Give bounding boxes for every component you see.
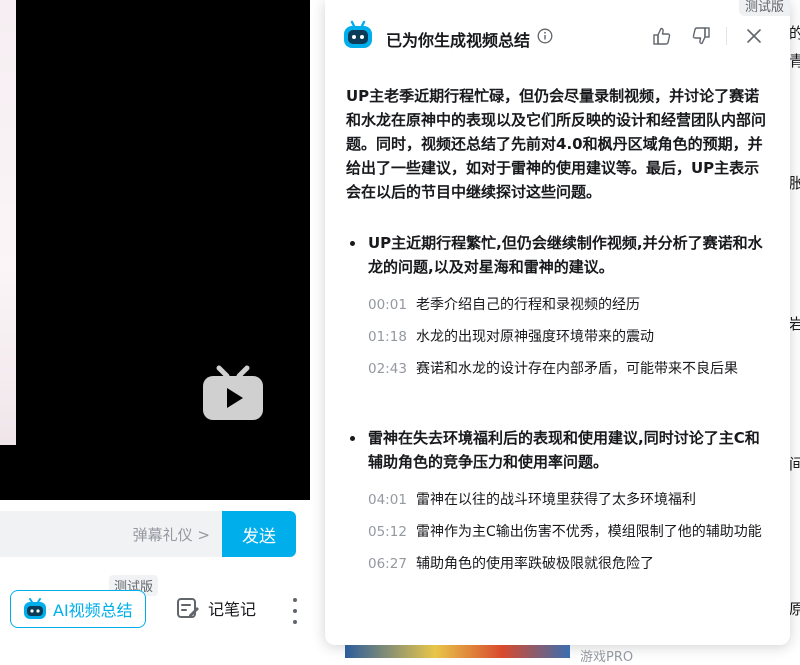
section-title: 雷神在失去环境福利后的表现和使用建议,同时讨论了主C和辅助角色的竞争压力和使用率…: [346, 426, 768, 474]
timeline-item[interactable]: 02:43 赛诺和水龙的设计存在内部矛盾，可能带来不良后果: [368, 357, 776, 381]
edge-fragment: 原: [788, 600, 800, 618]
timeline-text: 赛诺和水龙的设计存在内部矛盾，可能带来不良后果: [416, 361, 738, 377]
section-title: UP主近期行程繁忙,但仍会继续制作视频,并分析了赛诺和水龙的问题,以及对星海和雷…: [346, 231, 768, 279]
timeline-text: 雷神在以往的战斗环境里获得了太多环境福利: [416, 492, 696, 508]
timestamp-link[interactable]: 02:43: [368, 357, 416, 381]
panel-title: 已为你生成视频总结: [386, 31, 531, 50]
info-icon[interactable]: [537, 28, 553, 44]
timestamp-link[interactable]: 05:12: [368, 520, 416, 544]
notes-label: 记笔记: [208, 600, 257, 619]
outline-section: 雷神在失去环境福利后的表现和使用建议,同时讨论了主C和辅助角色的竞争压力和使用率…: [346, 426, 776, 584]
ai-summary-button[interactable]: AI视频总结: [10, 590, 146, 628]
panel-header: 测试版 已为你生成视频总结: [325, 0, 790, 72]
video-frame-edge: [0, 0, 16, 445]
thumbs-up-icon[interactable]: [652, 26, 672, 46]
close-icon[interactable]: [745, 27, 763, 45]
timestamp-link[interactable]: 06:27: [368, 552, 416, 576]
summary-text: UP主老季近期行程忙碌，但仍会尽量录制视频，并讨论了赛诺和水龙在原神中的表现以及…: [346, 87, 767, 201]
danmaku-input[interactable]: 弹幕礼仪 >: [0, 511, 222, 557]
notes-button[interactable]: 记笔记: [176, 596, 256, 620]
timeline-text: 老季介绍自己的行程和录视频的经历: [416, 297, 640, 313]
recommended-video-uploader[interactable]: 游戏PRO: [580, 646, 633, 665]
note-edit-icon: [177, 598, 199, 618]
send-button[interactable]: 发送: [222, 511, 296, 557]
timestamp-link[interactable]: 04:01: [368, 488, 416, 512]
timeline-item[interactable]: 05:12 雷神作为主C输出伤害不优秀，模组限制了他的辅助功能: [368, 520, 776, 544]
ai-summary-label: AI视频总结: [53, 601, 133, 620]
video-player[interactable]: [0, 0, 310, 500]
recommended-video-thumbnail[interactable]: [345, 645, 570, 658]
timeline-item[interactable]: 00:01 老季介绍自己的行程和录视频的经历: [368, 293, 776, 317]
edge-fragment: 青: [788, 52, 800, 70]
video-toolbar: 测试版 AI视频总结 记笔记: [0, 566, 310, 658]
bilibili-tv-logo-icon: [203, 365, 263, 420]
header-divider: [726, 27, 727, 45]
timestamp-link[interactable]: 00:01: [368, 293, 416, 317]
timeline-item[interactable]: 01:18 水龙的出现对原神强度环境带来的震动: [368, 325, 776, 349]
edge-fragment: 胀: [788, 174, 800, 192]
timeline-item[interactable]: 06:27 辅助角色的使用率跌破极限就很危险了: [368, 552, 776, 576]
edge-fragment: 间: [788, 455, 800, 473]
thumbs-down-icon[interactable]: [691, 26, 711, 46]
ai-summary-panel: 测试版 已为你生成视频总结 UP主老季近期行程忙碌，但仍会尽量录制视频，并讨论了…: [325, 0, 790, 645]
edge-fragment: 的: [788, 24, 800, 42]
panel-beta-badge: 测试版: [738, 0, 790, 16]
danmaku-bar: 弹幕礼仪 > 发送: [0, 500, 310, 566]
timeline-list: 04:01 雷神在以往的战斗环境里获得了太多环境福利 05:12 雷神作为主C输…: [346, 488, 776, 576]
timeline-list: 00:01 老季介绍自己的行程和录视频的经历 01:18 水龙的出现对原神强度环…: [346, 293, 776, 381]
ai-robot-icon: [344, 20, 372, 48]
timeline-item[interactable]: 04:01 雷神在以往的战斗环境里获得了太多环境福利: [368, 488, 776, 512]
timestamp-link[interactable]: 01:18: [368, 325, 416, 349]
more-options-icon[interactable]: [288, 598, 302, 624]
danmaku-etiquette-link[interactable]: 弹幕礼仪 >: [133, 524, 210, 545]
outline-section: UP主近期行程繁忙,但仍会继续制作视频,并分析了赛诺和水龙的问题,以及对星海和雷…: [346, 231, 776, 389]
timeline-text: 雷神作为主C输出伤害不优秀，模组限制了他的辅助功能: [416, 524, 762, 540]
timeline-text: 辅助角色的使用率跌破极限就很危险了: [416, 556, 654, 572]
ai-robot-icon: [24, 598, 46, 619]
edge-fragment: 岩: [788, 315, 800, 333]
timeline-text: 水龙的出现对原神强度环境带来的震动: [416, 329, 654, 345]
